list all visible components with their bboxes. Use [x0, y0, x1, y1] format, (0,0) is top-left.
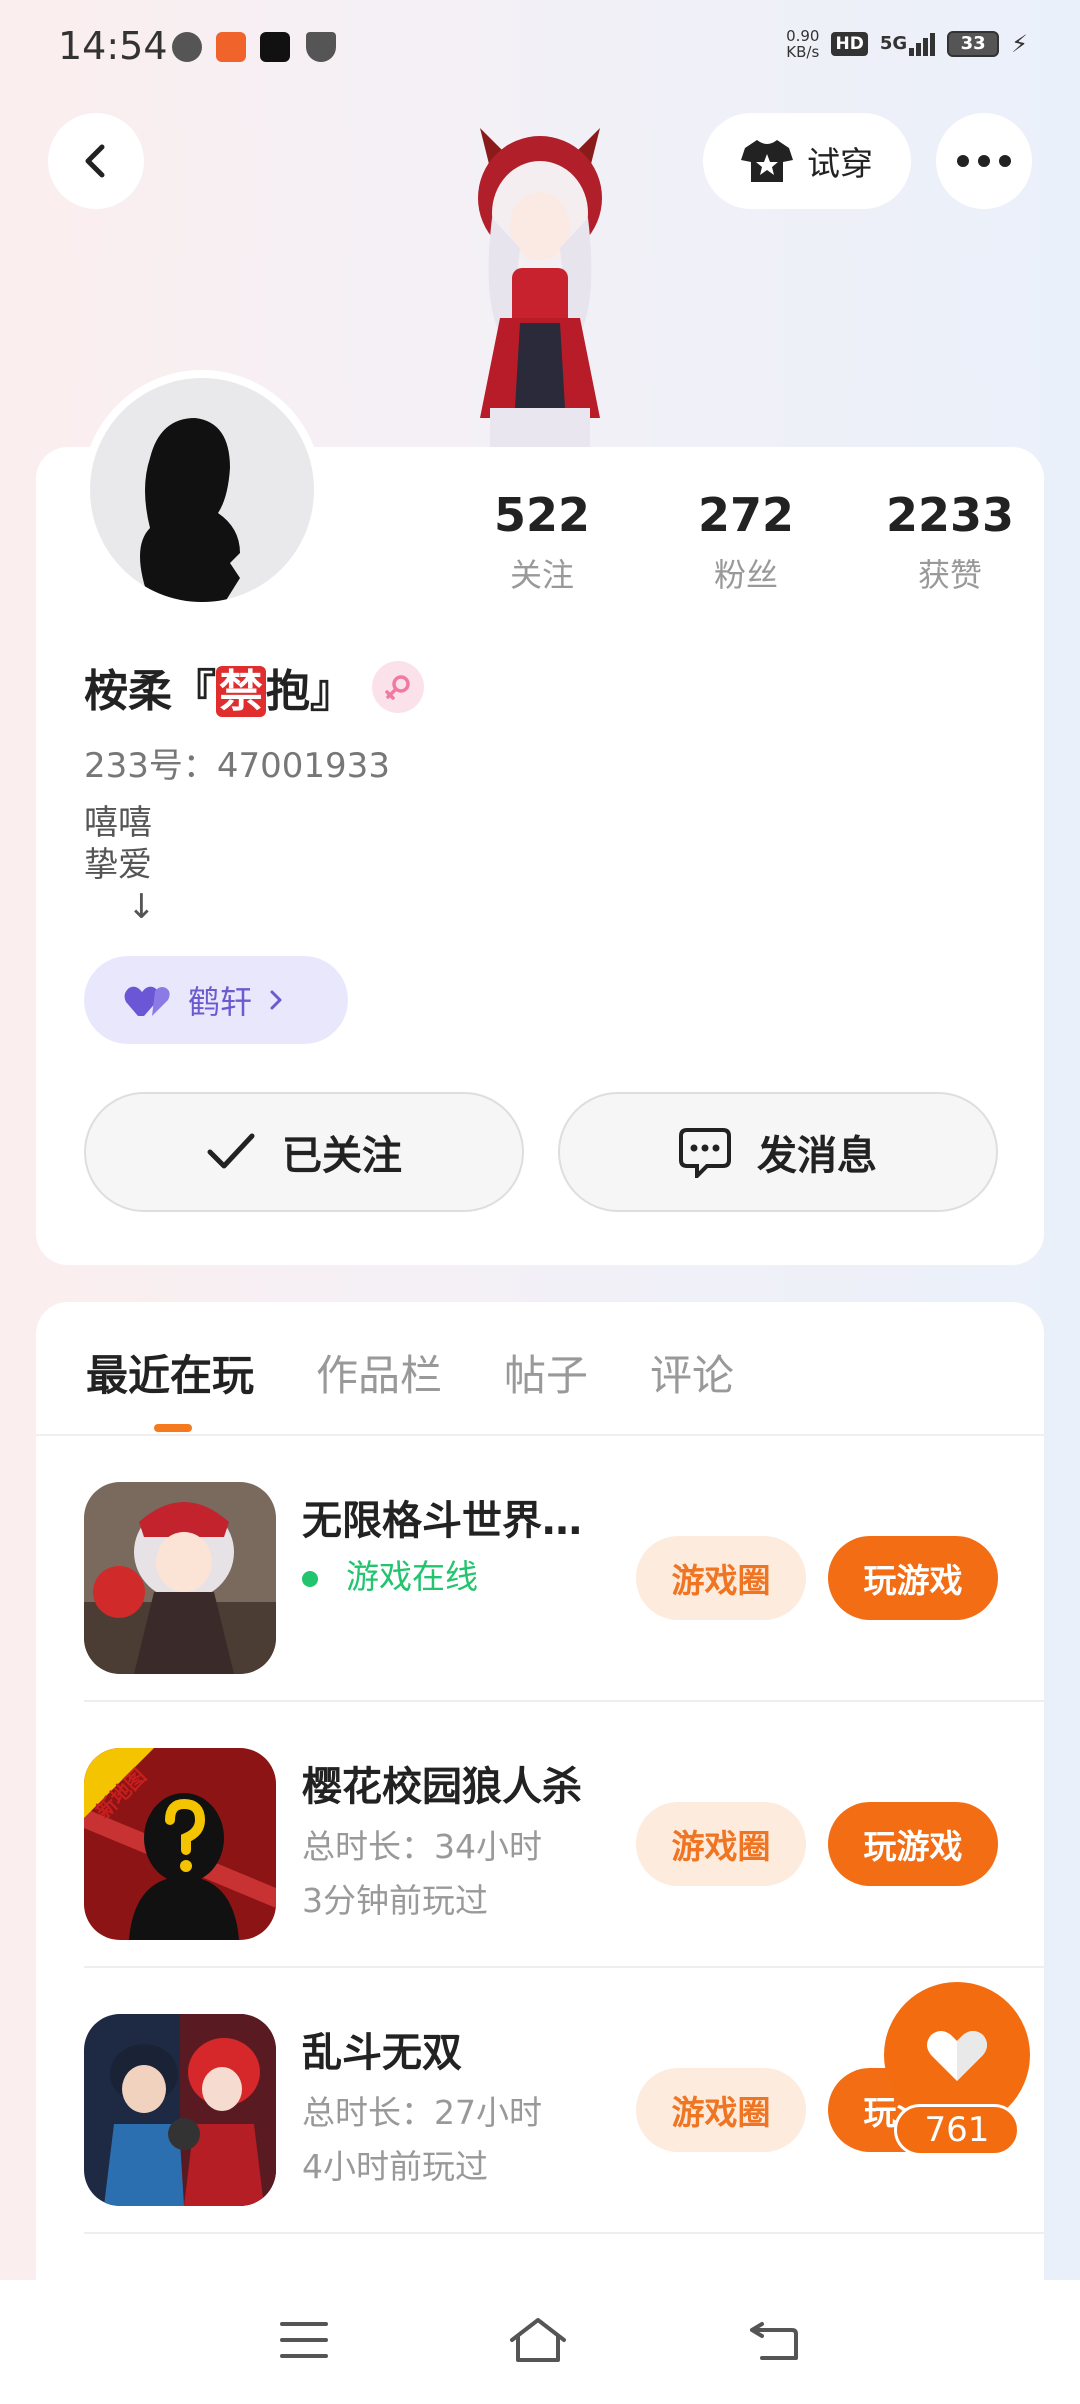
tab-bar: 最近在玩 作品栏 帖子 评论	[86, 1342, 734, 1403]
game-name: 无限格斗世界…	[302, 1498, 582, 1544]
menu-icon	[280, 2322, 328, 2358]
username: 桉柔『禁抱』	[84, 655, 424, 719]
game-icon[interactable]	[84, 1482, 276, 1674]
try-on-label: 试穿	[807, 144, 873, 183]
couple-name: 鹤轩	[188, 983, 253, 1021]
following-label: 关注	[509, 556, 574, 594]
back-nav-button[interactable]	[748, 2318, 800, 2366]
chevron-right-icon	[270, 990, 282, 1010]
game-circle-button[interactable]: 游戏圈	[636, 2068, 806, 2152]
status-right: 0.90 KB/s HD 5G 33 ⚡	[786, 28, 1028, 60]
like-count: 761	[894, 2104, 1020, 2156]
female-gender-icon	[372, 661, 424, 713]
charging-icon: ⚡	[1011, 30, 1028, 58]
game-name: 乱斗无双	[302, 2030, 462, 2076]
game-icon[interactable]	[84, 1748, 276, 1940]
fans-label: 粉丝	[713, 556, 778, 594]
back-arrow-icon	[85, 144, 105, 178]
avatar-3d-character	[440, 118, 640, 448]
bio: 嘻嘻 挚爱 ↓	[84, 803, 156, 927]
heart-icon	[927, 2031, 987, 2081]
user-id: 233号：47001933	[84, 746, 390, 786]
fans-count: 272	[697, 488, 795, 542]
try-on-button[interactable]: 试穿	[703, 113, 911, 209]
likes-label: 获赞	[917, 556, 982, 594]
hd-badge: HD	[831, 32, 868, 56]
more-dots-icon	[957, 155, 1011, 167]
stat-likes[interactable]: 2233 获赞	[848, 488, 1052, 596]
game-total-duration: 总时长：34小时	[302, 1827, 542, 1866]
download-app-icon	[216, 32, 246, 62]
system-nav-bar	[0, 2280, 1080, 2404]
avatar[interactable]	[82, 370, 322, 610]
tab-works[interactable]: 作品栏	[316, 1342, 442, 1403]
stats: 522 关注 272 粉丝 2233 获赞	[440, 488, 1060, 596]
shield-app-icon	[306, 32, 336, 62]
game-name: 樱花校园狼人杀	[302, 1764, 582, 1810]
status-time: 14:54	[58, 24, 168, 68]
signal-icon: 5G	[880, 32, 936, 56]
game-circle-button[interactable]: 游戏圈	[636, 1536, 806, 1620]
forbidden-emoji: 禁	[216, 666, 266, 717]
send-message-label: 发消息	[757, 1133, 877, 1179]
battery-icon: 33	[947, 31, 1000, 57]
couple-tag[interactable]: 鹤轩	[84, 956, 348, 1044]
game-total-duration: 总时长：27小时	[302, 2093, 542, 2132]
send-message-button[interactable]: 发消息	[558, 1092, 998, 1212]
game-row[interactable]: 无限格斗世界… 游戏在线 游戏圈 玩游戏	[84, 1436, 1044, 1702]
return-icon	[750, 2322, 798, 2360]
following-count: 522	[493, 488, 591, 542]
online-dot	[302, 1570, 318, 1587]
game-circle-button[interactable]: 游戏圈	[636, 1802, 806, 1886]
tab-indicator	[154, 1424, 192, 1432]
home-icon	[510, 2318, 566, 2362]
check-icon	[207, 1133, 255, 1169]
followed-button[interactable]: 已关注	[84, 1092, 524, 1212]
tiktok-app-icon	[260, 32, 290, 62]
stat-following[interactable]: 522 关注	[440, 488, 644, 596]
play-game-button[interactable]: 玩游戏	[828, 1802, 998, 1886]
back-button[interactable]	[48, 113, 144, 209]
tab-posts[interactable]: 帖子	[504, 1342, 588, 1403]
game-last-played: 3分钟前玩过	[302, 1881, 488, 1920]
tab-recent-play[interactable]: 最近在玩	[86, 1342, 254, 1403]
status-bar: 14:54 0.90 KB/s HD 5G 33 ⚡	[0, 0, 1080, 95]
likes-count: 2233	[885, 488, 1015, 542]
menu-nav-button[interactable]	[280, 2320, 328, 2364]
activity-card: 最近在玩 作品栏 帖子 评论 无限格斗世界… 游戏在线 游戏圈 玩游戏 新地图 …	[36, 1302, 1044, 2312]
clock-app-icon	[172, 32, 202, 62]
double-heart-icon	[124, 986, 170, 1016]
chat-bubble-icon	[679, 1128, 731, 1178]
tab-comments[interactable]: 评论	[650, 1342, 734, 1403]
game-last-played: 4小时前玩过	[302, 2147, 488, 2186]
game-online-status: 游戏在线	[302, 1550, 478, 1598]
tshirt-icon	[741, 140, 793, 182]
play-game-button[interactable]: 玩游戏	[828, 1536, 998, 1620]
home-nav-button[interactable]	[508, 2316, 568, 2368]
row-divider	[84, 2232, 1044, 2234]
silhouette-avatar-icon	[140, 418, 240, 602]
more-button[interactable]	[936, 113, 1032, 209]
game-icon[interactable]	[84, 2014, 276, 2206]
game-row[interactable]: 新地图 樱花校园狼人杀 总时长：34小时 3分钟前玩过 游戏圈 玩游戏	[84, 1702, 1044, 1968]
followed-label: 已关注	[282, 1133, 402, 1179]
net-speed: 0.90 KB/s	[786, 27, 820, 61]
stat-fans[interactable]: 272 粉丝	[644, 488, 848, 596]
